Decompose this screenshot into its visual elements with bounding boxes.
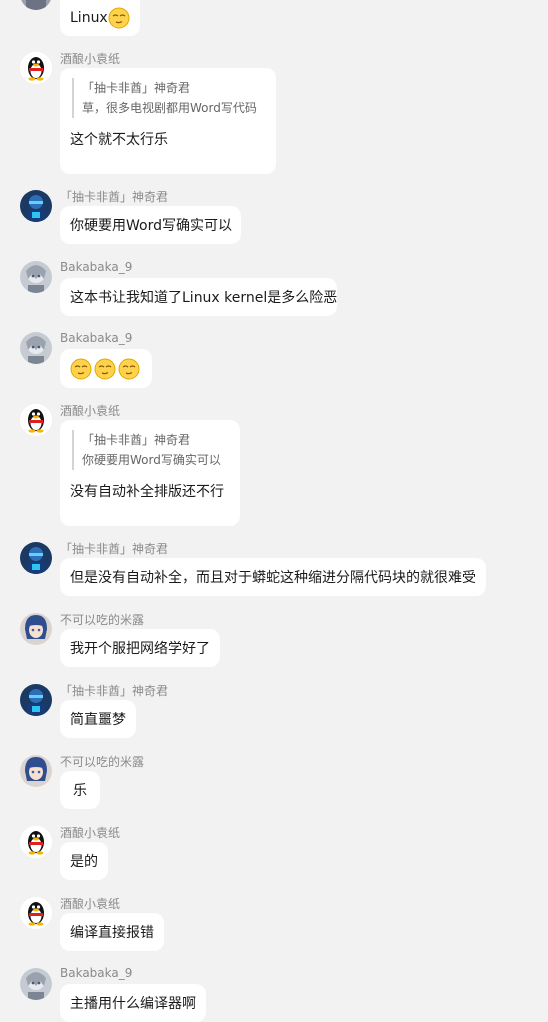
- avatar[interactable]: [20, 613, 52, 645]
- smirk-emoji-icon: [70, 358, 92, 379]
- qq-penguin-avatar[interactable]: [20, 826, 52, 858]
- avatar[interactable]: [20, 0, 52, 10]
- quote-text: 草，很多电视剧都用Word写代码: [82, 101, 257, 115]
- quoted-message[interactable]: 「抽卡非酋」神奇君 草，很多电视剧都用Word写代码: [72, 78, 266, 118]
- chat-message-list[interactable]: Linux 酒酿小袁纸 「抽卡非酋」神奇君 草，很多电视剧都用Word写代码 这…: [0, 0, 548, 1022]
- avatar[interactable]: [20, 684, 52, 716]
- message-text: 编译直接报错: [70, 925, 154, 941]
- sender-name: Bakabaka_9: [60, 260, 133, 274]
- message-text: 主播用什么编译器啊: [70, 996, 196, 1012]
- message-text: 是的: [70, 854, 98, 870]
- message-bubble[interactable]: 这本书让我知道了Linux kernel是多么险恶: [60, 278, 337, 316]
- message-bubble[interactable]: 你硬要用Word写确实可以: [60, 206, 241, 244]
- message-text: 你硬要用Word写确实可以: [70, 218, 232, 234]
- quote-author: 「抽卡非酋」神奇君: [82, 81, 191, 95]
- avatar[interactable]: [20, 968, 52, 1000]
- avatar[interactable]: [20, 190, 52, 222]
- quoted-message[interactable]: 「抽卡非酋」神奇君 你硬要用Word写确实可以: [72, 430, 230, 470]
- sender-name: 不可以吃的米露: [60, 613, 145, 627]
- qq-penguin-avatar[interactable]: [20, 404, 52, 436]
- sender-name: Bakabaka_9: [60, 331, 133, 345]
- message-text: 简直噩梦: [70, 712, 126, 728]
- message-text: 我开个服把网络学好了: [70, 641, 210, 657]
- smirk-emoji-icon: [118, 358, 140, 379]
- message-bubble[interactable]: [60, 349, 152, 388]
- avatar[interactable]: [20, 542, 52, 574]
- sender-name: 「抽卡非酋」神奇君: [60, 542, 169, 556]
- sender-name: 「抽卡非酋」神奇君: [60, 190, 169, 204]
- smirk-emoji-icon: [94, 358, 116, 379]
- sender-name: 不可以吃的米露: [60, 755, 145, 769]
- message-bubble[interactable]: 「抽卡非酋」神奇君 草，很多电视剧都用Word写代码 这个就不太行乐: [60, 68, 276, 174]
- message-text: 这个就不太行乐: [70, 132, 168, 148]
- message-bubble[interactable]: 是的: [60, 842, 108, 880]
- qq-penguin-avatar[interactable]: [20, 897, 52, 929]
- message-text: 但是没有自动补全，而且对于蟒蛇这种缩进分隔代码块的就很难受: [70, 570, 476, 586]
- message-text: 这本书让我知道了Linux kernel是多么险恶: [70, 290, 338, 306]
- message-bubble[interactable]: 但是没有自动补全，而且对于蟒蛇这种缩进分隔代码块的就很难受: [60, 558, 486, 596]
- message-text: 没有自动补全排版还不行: [70, 484, 224, 500]
- sender-name: 酒酿小袁纸: [60, 52, 121, 66]
- avatar[interactable]: [20, 332, 52, 364]
- message-bubble[interactable]: 编译直接报错: [60, 913, 164, 951]
- sender-name: 酒酿小袁纸: [60, 897, 121, 911]
- smirk-emoji-icon: [108, 7, 130, 29]
- qq-penguin-avatar[interactable]: [20, 52, 52, 84]
- avatar[interactable]: [20, 261, 52, 293]
- message-bubble[interactable]: Linux: [60, 0, 140, 36]
- quote-author: 「抽卡非酋」神奇君: [82, 433, 191, 447]
- quote-text: 你硬要用Word写确实可以: [82, 453, 221, 467]
- avatar[interactable]: [20, 755, 52, 787]
- message-bubble[interactable]: 主播用什么编译器啊: [60, 984, 206, 1022]
- sender-name: 酒酿小袁纸: [60, 404, 121, 418]
- message-text: Linux: [70, 10, 108, 26]
- message-bubble[interactable]: 简直噩梦: [60, 700, 136, 738]
- message-text: 乐: [73, 783, 87, 799]
- sender-name: Bakabaka_9: [60, 966, 133, 980]
- message-bubble[interactable]: 我开个服把网络学好了: [60, 629, 220, 667]
- message-bubble[interactable]: 「抽卡非酋」神奇君 你硬要用Word写确实可以 没有自动补全排版还不行: [60, 420, 240, 526]
- message-bubble[interactable]: 乐: [60, 771, 100, 809]
- sender-name: 酒酿小袁纸: [60, 826, 121, 840]
- sender-name: 「抽卡非酋」神奇君: [60, 684, 169, 698]
